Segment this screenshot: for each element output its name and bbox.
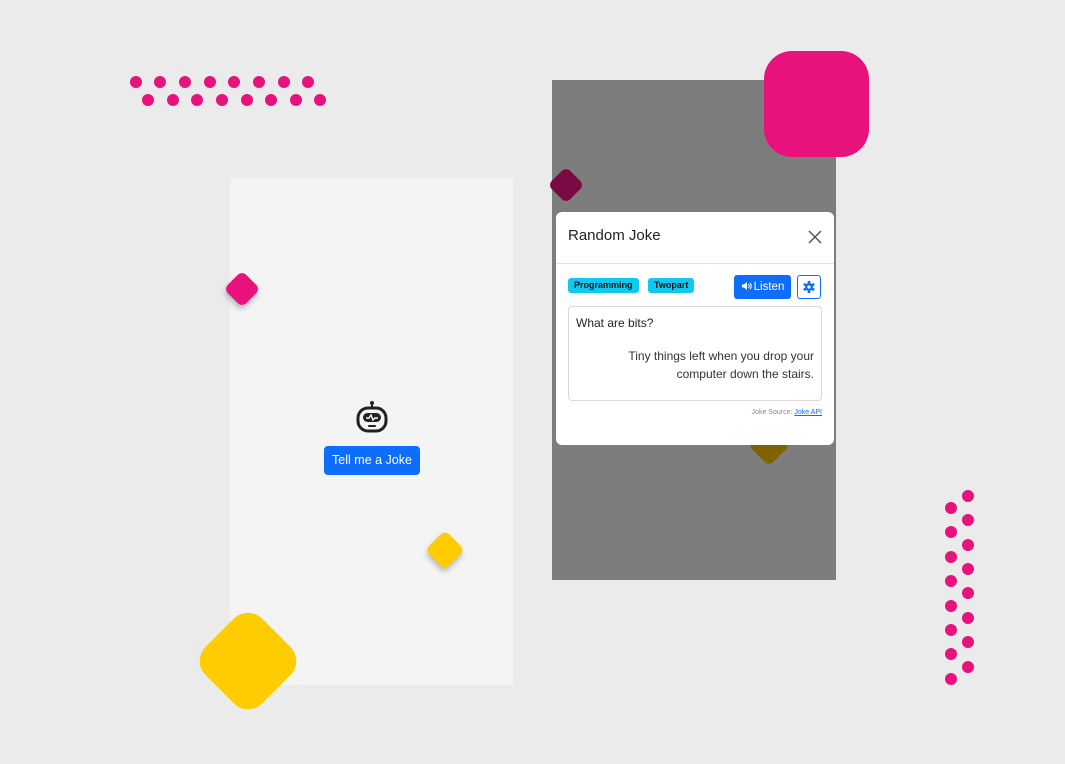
tell-joke-button[interactable]: Tell me a Joke bbox=[324, 446, 420, 475]
gear-icon bbox=[803, 281, 815, 293]
category-badge: Programming bbox=[568, 278, 639, 293]
joke-delivery: Tiny things left when you drop your comp… bbox=[628, 349, 814, 381]
modal-header: Random Joke bbox=[556, 212, 834, 264]
joke-content: What are bits? Tiny things left when you… bbox=[568, 306, 822, 401]
joke-modal: Random Joke Programming Twopart Listen W… bbox=[556, 212, 834, 445]
joke-setup: What are bits? bbox=[576, 316, 654, 330]
speaker-icon bbox=[741, 282, 752, 290]
decorative-dots-vertical bbox=[945, 490, 974, 685]
decorative-dots-horizontal bbox=[130, 76, 326, 106]
modal-title: Random Joke bbox=[568, 227, 661, 244]
close-icon[interactable] bbox=[807, 229, 823, 245]
decorative-pink-shape bbox=[764, 51, 869, 157]
source-label: Joke Source: bbox=[751, 409, 793, 416]
settings-button[interactable] bbox=[797, 275, 821, 299]
listen-label: Listen bbox=[753, 281, 785, 293]
joke-api-link[interactable]: Joke API bbox=[794, 409, 822, 416]
type-badge: Twopart bbox=[648, 278, 695, 293]
robot-icon bbox=[356, 401, 388, 433]
joke-source: Joke Source: Joke API bbox=[752, 409, 822, 416]
listen-button[interactable]: Listen bbox=[734, 275, 791, 299]
